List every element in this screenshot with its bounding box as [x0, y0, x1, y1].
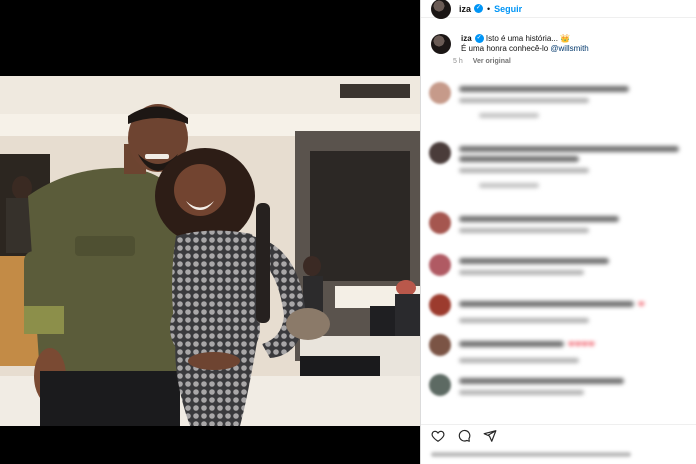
mention-link[interactable]: @willsmith — [550, 44, 588, 53]
comment-body — [459, 142, 679, 188]
comment-body — [459, 212, 619, 234]
likes-summary — [431, 452, 631, 457]
follow-button[interactable]: Seguir — [494, 4, 522, 14]
comment-avatar[interactable] — [429, 82, 451, 104]
caption-line2: É uma honra conhecê-lo — [461, 44, 551, 53]
comment-body — [459, 82, 629, 118]
comment-item[interactable] — [429, 374, 691, 396]
photo-illustration — [0, 76, 420, 426]
comment-item[interactable]: ❤ — [429, 294, 691, 323]
caption-meta: 5 h Ver original — [453, 58, 696, 65]
post-side-panel: iza ✓ • Seguir iza ✓ Isto é uma história.… — [420, 0, 696, 464]
comment-avatar[interactable] — [429, 294, 451, 316]
comment-body — [459, 254, 609, 276]
comment-item[interactable] — [429, 254, 691, 276]
comment-avatar[interactable] — [429, 254, 451, 276]
heart-icon — [431, 430, 445, 442]
comment-item[interactable] — [429, 212, 691, 234]
caption: iza ✓ Isto é uma história... 👑 É uma honr… — [421, 18, 696, 54]
comment-item[interactable] — [429, 142, 691, 188]
post-header: iza ✓ • Seguir — [421, 0, 696, 19]
post-time: 5 h — [453, 58, 463, 65]
caption-text: iza ✓ Isto é uma história... 👑 É uma honr… — [461, 34, 589, 54]
comment-body: ❤ — [459, 294, 645, 323]
crown-emoji: 👑 — [560, 34, 571, 43]
comment-body — [459, 374, 624, 396]
see-original-button[interactable]: Ver original — [473, 58, 511, 65]
verified-badge-icon: ✓ — [474, 34, 484, 44]
comment-item[interactable]: ❤❤❤❤ — [429, 334, 691, 363]
verified-badge-icon: ✓ — [474, 4, 484, 13]
caption-username[interactable]: iza — [461, 34, 472, 43]
comment-icon — [458, 429, 471, 442]
share-button[interactable] — [481, 427, 499, 445]
share-icon — [483, 429, 497, 442]
comment-button[interactable] — [455, 427, 473, 445]
author-avatar[interactable] — [431, 0, 451, 19]
caption-avatar[interactable] — [431, 34, 451, 54]
comment-body: ❤❤❤❤ — [459, 334, 595, 363]
post-modal: iza ✓ • Seguir iza ✓ Isto é uma história.… — [0, 0, 696, 464]
comment-avatar[interactable] — [429, 334, 451, 356]
post-photo[interactable] — [0, 76, 420, 426]
heart-emoji-icon: ❤ — [638, 300, 645, 309]
comment-avatar[interactable] — [429, 374, 451, 396]
comment-avatar[interactable] — [429, 212, 451, 234]
post-media — [0, 0, 420, 464]
heart-emoji-icon: ❤❤❤❤ — [568, 340, 595, 349]
separator: • — [487, 3, 491, 14]
like-button[interactable] — [429, 427, 447, 445]
author-username[interactable]: iza — [459, 4, 471, 14]
post-actions — [421, 424, 696, 446]
comment-item[interactable] — [429, 82, 691, 118]
caption-line1: Isto é uma história... — [485, 34, 558, 43]
comment-avatar[interactable] — [429, 142, 451, 164]
